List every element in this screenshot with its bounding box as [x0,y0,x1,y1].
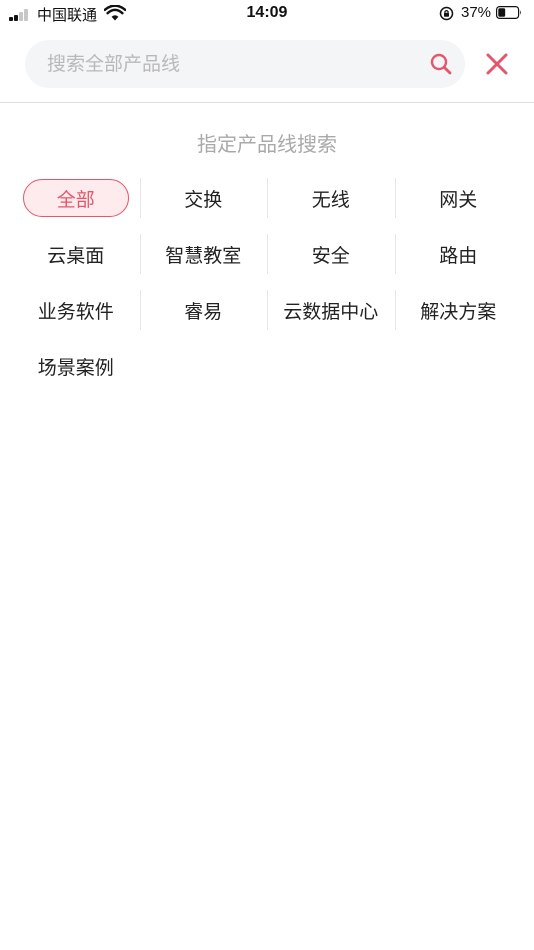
product-line-label: 业务软件 [37,300,114,323]
product-line-row: 云桌面 智慧教室 安全 路由 [12,226,522,282]
close-icon[interactable] [484,51,510,77]
product-line-item[interactable]: 无线 [267,178,395,218]
product-line-empty-cell [140,346,268,386]
status-bar: 中国联通 14:09 37% [0,0,534,26]
product-line-item[interactable]: 网关 [394,178,523,218]
battery-icon [496,6,521,19]
product-line-item[interactable]: 云桌面 [12,234,140,274]
product-line-item[interactable]: 路由 [394,234,523,274]
search-header [0,26,534,103]
product-line-label: 智慧教室 [165,244,242,267]
product-line-label: 安全 [311,244,350,267]
product-line-label: 睿易 [184,300,223,323]
product-line-item[interactable]: 交换 [139,178,268,218]
product-line-label: 场景案例 [37,356,114,379]
rotation-lock-icon [439,6,454,21]
search-icon[interactable] [429,52,453,76]
product-line-item[interactable]: 睿易 [139,290,268,330]
product-line-item[interactable]: 解决方案 [394,290,523,330]
product-line-item[interactable]: 业务软件 [12,290,140,330]
product-line-row: 场景案例 [12,338,522,394]
product-line-label: 网关 [439,188,478,211]
product-line-label: 云数据中心 [283,300,379,323]
product-line-label: 全部 [22,179,129,217]
product-line-row: 全部 交换 无线 网关 [12,170,522,226]
product-line-label: 路由 [439,244,478,267]
product-line-item[interactable]: 智慧教室 [139,234,268,274]
product-line-label: 无线 [311,188,350,211]
product-line-item-selected[interactable]: 全部 [12,178,140,218]
search-input[interactable] [47,40,417,88]
product-line-empty-cell [267,346,395,386]
product-line-label: 云桌面 [47,244,105,267]
product-line-grid: 全部 交换 无线 网关云桌面 智慧教室 安全 路由业务软件 睿易 云数据中心 解决方案场景案例 [12,170,522,394]
product-line-item[interactable]: 场景案例 [12,346,140,386]
battery-percent: 37% [461,4,492,21]
section-title: 指定产品线搜索 [197,132,337,156]
product-line-label: 交换 [184,188,223,211]
search-box [25,40,465,88]
product-line-label: 解决方案 [420,300,497,323]
product-line-row: 业务软件 睿易 云数据中心 解决方案 [12,282,522,338]
product-line-empty-cell [395,346,523,386]
product-line-item[interactable]: 云数据中心 [267,290,395,330]
product-line-item[interactable]: 安全 [267,234,395,274]
